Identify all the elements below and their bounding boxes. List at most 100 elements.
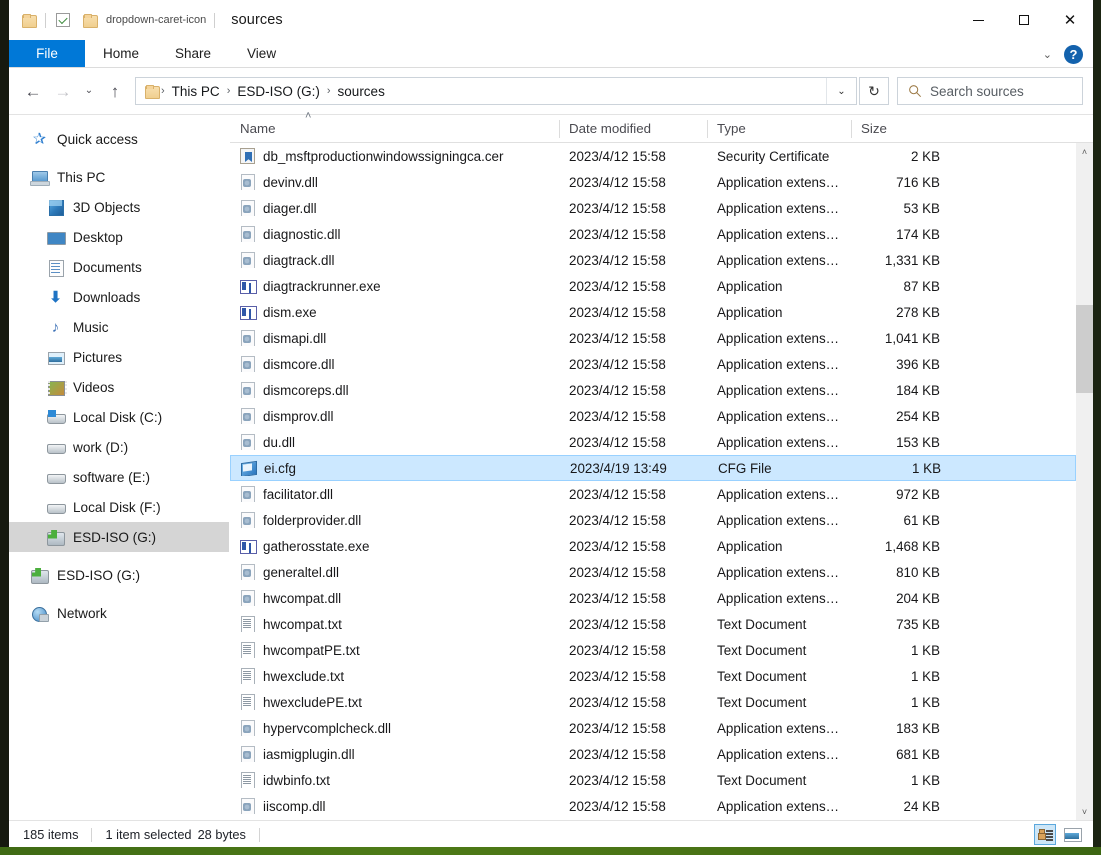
file-size: 1 KB — [910, 772, 940, 788]
address-path-box[interactable]: › This PC › ESD-ISO (G:) › sources ⌄ — [135, 77, 857, 105]
table-row[interactable]: hwcompatPE.txt 2023/4/12 15:58 Text Docu… — [230, 637, 1076, 663]
table-row[interactable]: idwbinfo.txt 2023/4/12 15:58 Text Docume… — [230, 767, 1076, 793]
table-row[interactable]: diagtrackrunner.exe 2023/4/12 15:58 Appl… — [230, 273, 1076, 299]
table-row[interactable]: dismapi.dll 2023/4/12 15:58 Application … — [230, 325, 1076, 351]
search-input[interactable]: Search sources — [930, 84, 1024, 99]
sidebar-item-work-d[interactable]: work (D:) — [9, 432, 229, 462]
chevron-down-icon[interactable]: ⌄ — [1037, 48, 1058, 61]
desktop-background-bottom — [0, 847, 1101, 855]
file-type: Application extens… — [717, 434, 840, 450]
file-name-cell: hwcompat.dll — [230, 590, 559, 606]
tab-file[interactable]: File — [9, 40, 85, 67]
file-date: 2023/4/12 15:58 — [569, 772, 666, 788]
refresh-button[interactable]: ↻ — [859, 77, 889, 105]
table-row[interactable]: dismcoreps.dll 2023/4/12 15:58 Applicati… — [230, 377, 1076, 403]
back-button[interactable]: ← — [19, 77, 47, 105]
sidebar-item-documents[interactable]: Documents — [9, 252, 229, 282]
close-button[interactable]: ✕ — [1047, 0, 1093, 40]
breadcrumb-esd-iso[interactable]: ESD-ISO (G:) — [233, 84, 324, 99]
file-name-cell: hwexclude.txt — [230, 668, 559, 684]
file-size: 681 KB — [896, 746, 940, 762]
sidebar-item-label: Quick access — [57, 131, 138, 147]
table-row[interactable]: db_msftproductionwindowssigningca.cer 20… — [230, 143, 1076, 169]
column-header-date-modified[interactable]: Date modified — [559, 115, 707, 143]
sidebar-item-desktop[interactable]: Desktop — [9, 222, 229, 252]
file-date: 2023/4/12 15:58 — [569, 642, 666, 658]
table-row[interactable]: hwcompat.txt 2023/4/12 15:58 Text Docume… — [230, 611, 1076, 637]
file-name: devinv.dll — [263, 174, 318, 190]
breadcrumb-sources[interactable]: sources — [334, 84, 389, 99]
sidebar-item-pictures[interactable]: Pictures — [9, 342, 229, 372]
file-date: 2023/4/12 15:58 — [569, 252, 666, 268]
maximize-button[interactable] — [1001, 0, 1047, 40]
sidebar-item-software-e[interactable]: software (E:) — [9, 462, 229, 492]
column-header-name[interactable]: ˄ Name — [230, 110, 559, 143]
file-name: dismcore.dll — [263, 356, 335, 372]
sidebar-item-3d-objects[interactable]: 3D Objects — [9, 192, 229, 222]
help-button[interactable]: ? — [1064, 44, 1083, 64]
table-row[interactable]: iasmigplugin.dll 2023/4/12 15:58 Applica… — [230, 741, 1076, 767]
file-size: 1 KB — [911, 460, 941, 476]
file-type: Application — [717, 304, 783, 320]
breadcrumb-this-pc[interactable]: This PC — [168, 84, 224, 99]
column-header-type[interactable]: Type — [707, 115, 851, 143]
tab-view[interactable]: View — [229, 40, 294, 67]
file-size: 1 KB — [910, 694, 940, 710]
minimize-button[interactable] — [955, 0, 1001, 40]
address-dropdown-button[interactable]: ⌄ — [826, 78, 856, 104]
recent-locations-button[interactable]: ⌄ — [79, 77, 99, 105]
sidebar-item-quick-access[interactable]: ✰ Quick access — [9, 124, 229, 154]
sidebar-item-this-pc[interactable]: This PC — [9, 162, 229, 192]
column-header-size[interactable]: Size — [851, 115, 954, 143]
table-row[interactable]: hwcompat.dll 2023/4/12 15:58 Application… — [230, 585, 1076, 611]
file-date: 2023/4/12 15:58 — [569, 564, 666, 580]
table-row[interactable]: dismcore.dll 2023/4/12 15:58 Application… — [230, 351, 1076, 377]
sidebar-item-network[interactable]: Network — [9, 598, 229, 628]
file-name: diagnostic.dll — [263, 226, 341, 242]
scroll-up-button[interactable]: ˄ — [1076, 143, 1093, 160]
table-row[interactable]: dism.exe 2023/4/12 15:58 Application 278… — [230, 299, 1076, 325]
desktop-background-right — [1092, 0, 1101, 855]
large-icons-view-button[interactable] — [1061, 824, 1083, 845]
checkbox-icon[interactable] — [50, 7, 76, 33]
scrollbar-thumb[interactable] — [1076, 305, 1093, 394]
table-row[interactable]: dismprov.dll 2023/4/12 15:58 Application… — [230, 403, 1076, 429]
file-name: db_msftproductionwindowssigningca.cer — [263, 148, 504, 164]
table-row[interactable]: facilitator.dll 2023/4/12 15:58 Applicat… — [230, 481, 1076, 507]
table-row[interactable]: hypervcomplcheck.dll 2023/4/12 15:58 App… — [230, 715, 1076, 741]
tab-share[interactable]: Share — [157, 40, 229, 67]
details-view-button[interactable] — [1034, 824, 1056, 845]
table-row[interactable]: folderprovider.dll 2023/4/12 15:58 Appli… — [230, 507, 1076, 533]
vertical-scrollbar[interactable]: ˄ ˅ — [1076, 143, 1093, 820]
folder-icon[interactable] — [76, 7, 102, 33]
tab-home[interactable]: Home — [85, 40, 157, 67]
sidebar-item-local-disk-c[interactable]: Local Disk (C:) — [9, 402, 229, 432]
file-size: 278 KB — [896, 304, 940, 320]
table-row[interactable]: diager.dll 2023/4/12 15:58 Application e… — [230, 195, 1076, 221]
search-box[interactable]: Search sources — [897, 77, 1083, 105]
dropdown-caret-icon[interactable]: dropdown-caret-icon — [102, 14, 210, 26]
table-row[interactable]: generaltel.dll 2023/4/12 15:58 Applicati… — [230, 559, 1076, 585]
up-button[interactable]: ↑ — [101, 77, 129, 105]
sidebar-item-esd-iso-g[interactable]: ESD-ISO (G:) — [9, 522, 229, 552]
sidebar-item-downloads[interactable]: ⬇ Downloads — [9, 282, 229, 312]
table-row[interactable]: du.dll 2023/4/12 15:58 Application exten… — [230, 429, 1076, 455]
table-row[interactable]: diagnostic.dll 2023/4/12 15:58 Applicati… — [230, 221, 1076, 247]
table-row-selected[interactable]: ei.cfg 2023/4/19 13:49 CFG File 1 KB — [230, 455, 1076, 481]
table-row[interactable]: hwexclude.txt 2023/4/12 15:58 Text Docum… — [230, 663, 1076, 689]
breadcrumb-separator: › — [226, 85, 231, 97]
table-row[interactable]: hwexcludePE.txt 2023/4/12 15:58 Text Doc… — [230, 689, 1076, 715]
file-name-cell: ei.cfg — [231, 460, 560, 476]
sidebar-item-music[interactable]: ♪ Music — [9, 312, 229, 342]
folder-icon[interactable] — [15, 7, 41, 33]
table-row[interactable]: iiscomp.dll 2023/4/12 15:58 Application … — [230, 793, 1076, 819]
pictures-icon — [47, 349, 65, 366]
scroll-down-button[interactable]: ˅ — [1076, 803, 1093, 820]
table-row[interactable]: gatherosstate.exe 2023/4/12 15:58 Applic… — [230, 533, 1076, 559]
sidebar-item-videos[interactable]: Videos — [9, 372, 229, 402]
file-size: 1 KB — [910, 642, 940, 658]
sidebar-item-esd-iso-g-root[interactable]: ESD-ISO (G:) — [9, 560, 229, 590]
sidebar-item-local-disk-f[interactable]: Local Disk (F:) — [9, 492, 229, 522]
table-row[interactable]: diagtrack.dll 2023/4/12 15:58 Applicatio… — [230, 247, 1076, 273]
table-row[interactable]: devinv.dll 2023/4/12 15:58 Application e… — [230, 169, 1076, 195]
